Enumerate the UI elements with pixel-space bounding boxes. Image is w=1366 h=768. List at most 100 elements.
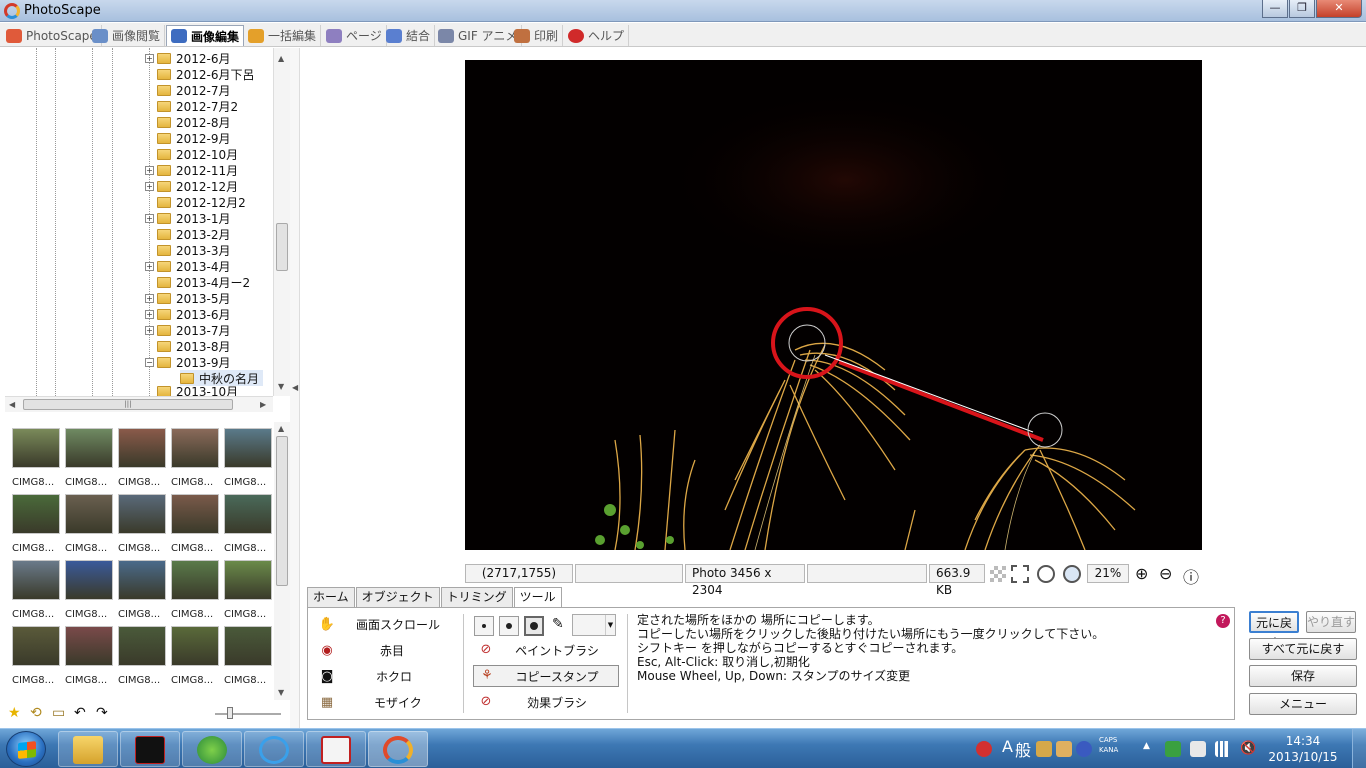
collapse-toggle[interactable]: − <box>145 357 154 367</box>
thumbnail-item[interactable]: CIMG8... <box>12 560 62 620</box>
ime-kanji-mode[interactable]: 般 <box>1015 737 1031 761</box>
ime-help-icon[interactable] <box>1076 741 1092 757</box>
thumbnail-item[interactable]: CIMG8... <box>118 626 168 686</box>
tab-tools[interactable]: ツール <box>513 587 562 608</box>
taskbar-photoscape[interactable] <box>368 731 428 767</box>
tree-item[interactable]: 2013-8月 <box>145 338 231 354</box>
photo-preview[interactable] <box>465 60 1202 550</box>
tree-item[interactable]: − 2013-9月 <box>145 354 231 370</box>
system-clock[interactable]: 14:34 2013/10/15 <box>1268 733 1338 765</box>
save-button[interactable]: 保存 <box>1249 665 1357 687</box>
thumbnail-item[interactable]: CIMG8... <box>171 428 221 488</box>
expand-toggle[interactable]: + <box>145 165 154 175</box>
paint-brush-button[interactable]: ⊘ ペイントブラシ <box>473 639 619 661</box>
slider-handle[interactable] <box>227 707 233 719</box>
tab-print[interactable]: 印刷 <box>510 25 564 46</box>
folder-tree[interactable]: +2012-6月 2012-6月下呂 2012-7月 2012-7月2 2012… <box>0 48 290 414</box>
brush-size-small[interactable] <box>474 616 494 636</box>
start-button[interactable] <box>6 731 46 767</box>
ime-input-mode[interactable]: A <box>1002 737 1013 756</box>
transparency-icon[interactable] <box>990 566 1006 582</box>
forward-icon[interactable]: ↷ <box>96 705 108 721</box>
tab-photoscape[interactable]: PhotoScape <box>2 25 102 46</box>
thumbnail-item[interactable]: CIMG8... <box>224 428 274 488</box>
thumbnail-item[interactable]: CIMG8... <box>224 560 274 620</box>
device-icon[interactable] <box>1190 741 1206 757</box>
taskbar-messenger[interactable] <box>182 731 242 767</box>
tab-combine[interactable]: 結合 <box>382 25 436 46</box>
thumbnail-item[interactable]: CIMG8... <box>224 494 274 554</box>
tree-item[interactable]: 2013-2月 <box>145 226 231 242</box>
tree-item[interactable]: +2013-1月 <box>145 210 231 226</box>
expand-toggle[interactable]: + <box>145 325 154 335</box>
tree-item[interactable]: 2012-7月2 <box>145 98 238 114</box>
folder-open-icon[interactable]: ▭ <box>52 705 65 721</box>
thumbnail-size-slider[interactable] <box>215 713 281 715</box>
zoom-out-icon[interactable]: ⊖ <box>1159 564 1172 583</box>
scroll-down-icon[interactable]: ▼ <box>278 688 284 697</box>
thumbnail-item[interactable]: CIMG8... <box>118 494 168 554</box>
expand-toggle[interactable]: + <box>145 309 154 319</box>
tab-batch[interactable]: 一括編集 <box>244 25 322 46</box>
tree-item-selected[interactable]: 中秋の名月 <box>180 370 264 386</box>
show-hidden-icons[interactable]: ▲ <box>1143 741 1159 757</box>
brush-size-large[interactable] <box>524 616 544 636</box>
expand-toggle[interactable]: + <box>145 293 154 303</box>
tree-item[interactable]: 2012-8月 <box>145 114 231 130</box>
ime-tools-icon[interactable] <box>1056 741 1072 757</box>
tree-item[interactable]: +2013-7月 <box>145 322 231 338</box>
tree-item[interactable]: 2012-9月 <box>145 130 231 146</box>
tool-redeye[interactable]: ◉ 赤目 <box>318 642 404 659</box>
tree-item[interactable]: 2012-6月下呂 <box>145 66 255 82</box>
tray-app-icon[interactable] <box>976 741 992 757</box>
volume-muted-icon[interactable]: 🔇 <box>1240 741 1256 757</box>
undo-button[interactable]: 元に戻す <box>1249 611 1299 650</box>
thumbnail-item[interactable]: CIMG8... <box>65 560 115 620</box>
tab-object[interactable]: オブジェクト <box>355 587 440 607</box>
tree-item[interactable]: +2013-6月 <box>145 306 231 322</box>
thumbnail-item[interactable]: CIMG8... <box>65 494 115 554</box>
thumbnail-item[interactable]: CIMG8... <box>12 428 62 488</box>
thumbnail-item[interactable]: CIMG8... <box>12 494 62 554</box>
minimize-button[interactable]: — <box>1262 0 1288 18</box>
close-button[interactable]: ✕ <box>1316 0 1362 18</box>
effect-brush-button[interactable]: ⊘ 効果ブラシ <box>473 691 619 713</box>
ime-pad-icon[interactable] <box>1036 741 1052 757</box>
thumbnail-item[interactable]: CIMG8... <box>171 560 221 620</box>
expand-toggle[interactable]: + <box>145 53 154 63</box>
eyedropper-icon[interactable]: ✎ <box>552 616 564 632</box>
taskbar-app-red[interactable] <box>306 731 366 767</box>
menu-button[interactable]: メニュー <box>1249 693 1357 715</box>
expand-toggle[interactable]: + <box>145 181 154 191</box>
tree-item[interactable]: 2013-4月ー2 <box>145 274 250 290</box>
scroll-right-icon[interactable]: ▶ <box>260 400 266 409</box>
thumbnail-item[interactable]: CIMG8... <box>65 626 115 686</box>
tab-crop[interactable]: トリミング <box>440 587 513 607</box>
brush-size-medium[interactable] <box>499 616 519 636</box>
tree-item[interactable]: 2013-10月 <box>145 386 238 396</box>
fit-screen-icon[interactable] <box>1011 565 1029 583</box>
info-icon[interactable]: ⓘ <box>1183 564 1199 588</box>
tab-page[interactable]: ページ <box>322 25 387 46</box>
tool-scroll[interactable]: ✋ 画面スクロール <box>318 616 440 633</box>
back-icon[interactable]: ↶ <box>74 705 86 721</box>
scroll-thumb[interactable] <box>276 436 288 586</box>
scroll-left-icon[interactable]: ◀ <box>9 400 15 409</box>
scroll-up-icon[interactable]: ▲ <box>278 424 284 433</box>
tree-item[interactable]: +2012-6月 <box>145 50 231 66</box>
help-question-icon[interactable]: ? <box>1216 614 1230 628</box>
thumbnail-item[interactable]: CIMG8... <box>118 428 168 488</box>
tab-home[interactable]: ホーム <box>307 587 355 607</box>
tree-item[interactable]: +2013-5月 <box>145 290 231 306</box>
thumbnail-item[interactable]: CIMG8... <box>171 626 221 686</box>
thumbnail-item[interactable]: CIMG8... <box>224 626 274 686</box>
tab-help[interactable]: ヘルプ <box>564 25 630 46</box>
rotate-icon[interactable]: ⟲ <box>30 705 42 721</box>
taskbar-explorer[interactable] <box>58 731 118 767</box>
scroll-thumb[interactable] <box>276 223 288 271</box>
tab-editor[interactable]: 画像編集 <box>166 25 245 46</box>
expand-toggle[interactable]: + <box>145 213 154 223</box>
show-desktop-button[interactable] <box>1352 729 1366 768</box>
image-canvas[interactable] <box>305 48 1366 560</box>
zoom-in-icon[interactable]: ⊕ <box>1135 564 1148 583</box>
